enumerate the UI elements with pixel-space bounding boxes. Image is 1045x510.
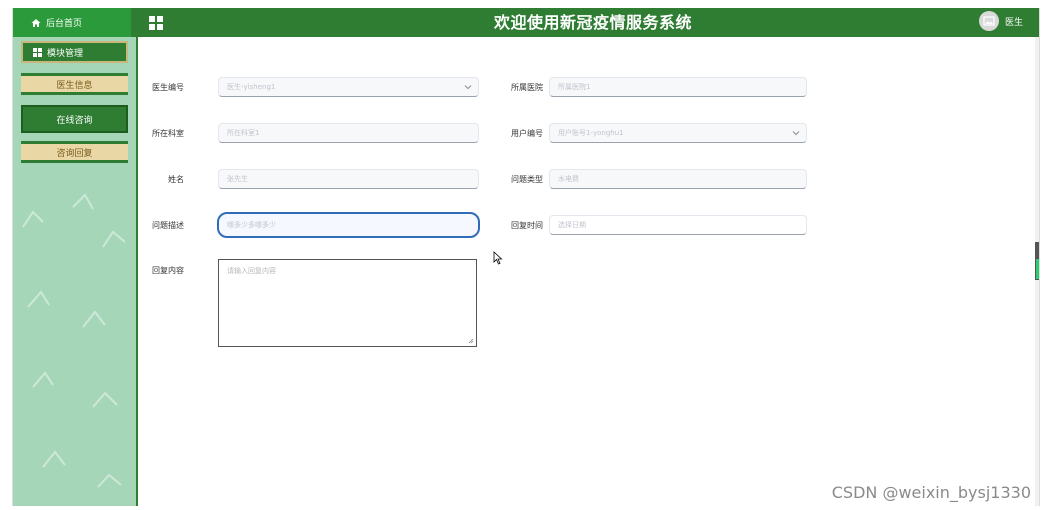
top-bar: 后台首页 欢迎使用新冠疫情服务系统 医生 — [13, 8, 1039, 37]
reply-content-placeholder: 请输入回复内容 — [227, 267, 276, 275]
sidebar-item-online-consult[interactable]: 在线咨询 — [21, 105, 128, 133]
chevron-down-icon — [464, 85, 472, 90]
mouse-cursor-icon — [493, 251, 503, 265]
user-no-select[interactable]: 用户账号1-yonghu1 — [549, 123, 807, 143]
app-window: 后台首页 欢迎使用新冠疫情服务系统 医生 模块管理 医生信息 在线咨询 咨询回复… — [12, 8, 1040, 506]
sidebar-item-consult-reply[interactable]: 咨询回复 — [21, 141, 128, 163]
menu-grid-icon[interactable] — [149, 16, 163, 30]
bamboo-decoration — [22, 193, 126, 488]
home-nav-label: 后台首页 — [46, 19, 83, 29]
sidebar-item-doctor-info[interactable]: 医生信息 — [21, 73, 128, 95]
scrollbar-accent — [1036, 259, 1039, 279]
user-no-label: 用户编号 — [511, 129, 543, 138]
watermark: CSDN @weixin_bysj1330 — [831, 483, 1031, 502]
hospital-label: 所属医院 — [511, 83, 543, 92]
home-nav[interactable]: 后台首页 — [13, 8, 131, 37]
reply-time-value: 选择日期 — [558, 221, 586, 229]
name-label: 姓名 — [168, 175, 184, 184]
hospital-field[interactable]: 所属医院1 — [549, 77, 807, 97]
department-label: 所在科室 — [152, 129, 184, 138]
issue-desc-value: 哪多少多哪多少 — [227, 221, 276, 229]
department-field[interactable]: 所在科室1 — [218, 123, 479, 143]
name-value: 张先生 — [227, 175, 248, 183]
issue-desc-label: 问题描述 — [152, 221, 184, 230]
issue-type-value: 水电费 — [558, 175, 579, 183]
sidebar-item-label: 医生信息 — [56, 80, 93, 91]
sidebar-item-label: 模块管理 — [47, 48, 84, 59]
sidebar-item-label: 在线咨询 — [56, 115, 93, 126]
grid-icon — [33, 47, 42, 57]
name-field[interactable]: 张先生 — [218, 169, 479, 189]
user-menu[interactable]: 医生 — [978, 11, 1023, 31]
image-icon — [983, 16, 995, 26]
page-title: 欢迎使用新冠疫情服务系统 — [493, 13, 692, 32]
hospital-value: 所属医院1 — [558, 83, 591, 91]
avatar[interactable] — [978, 11, 999, 31]
reply-time-label: 回复时间 — [511, 221, 543, 230]
vertical-scrollbar[interactable] — [1035, 37, 1039, 506]
main-content: 医生编号 医生-yisheng1 所属医院 所属医院1 所在科室 所在科室1 用… — [138, 37, 1039, 506]
doctor-no-label: 医生编号 — [152, 83, 184, 92]
reply-time-picker[interactable]: 选择日期 — [549, 215, 807, 235]
issue-desc-field[interactable]: 哪多少多哪多少 — [217, 212, 480, 238]
home-icon — [31, 18, 41, 27]
chevron-down-icon — [792, 131, 800, 136]
reply-content-textarea[interactable]: 请输入回复内容 — [218, 259, 477, 347]
reply-content-label: 回复内容 — [152, 266, 184, 275]
resize-handle-icon[interactable] — [468, 338, 474, 344]
doctor-no-value: 医生-yisheng1 — [227, 83, 276, 91]
user-no-value: 用户账号1-yonghu1 — [558, 129, 624, 137]
user-label: 医生 — [1004, 17, 1023, 28]
issue-type-label: 问题类型 — [511, 175, 543, 184]
doctor-no-select[interactable]: 医生-yisheng1 — [218, 77, 479, 97]
department-value: 所在科室1 — [227, 129, 260, 137]
issue-type-field[interactable]: 水电费 — [549, 169, 807, 189]
sidebar-item-label: 咨询回复 — [56, 148, 93, 159]
sidebar: 模块管理 医生信息 在线咨询 咨询回复 — [13, 37, 138, 506]
sidebar-item-module-management[interactable]: 模块管理 — [21, 41, 128, 63]
